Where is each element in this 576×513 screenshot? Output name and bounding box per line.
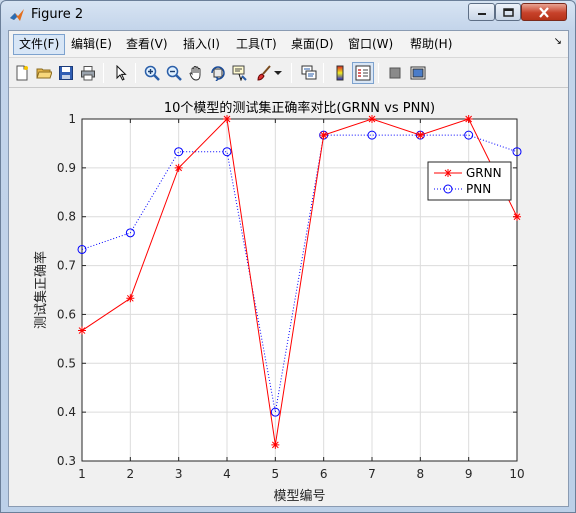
show-plot-tools-icon — [410, 66, 426, 80]
brush-dropdown-button[interactable] — [273, 62, 283, 84]
y-tick-label: 0.8 — [57, 210, 76, 224]
pointer-button[interactable] — [110, 62, 132, 84]
pan-button[interactable] — [185, 62, 207, 84]
menu-file[interactable]: 文件(F) — [13, 34, 66, 55]
x-axis-label: 模型编号 — [273, 489, 325, 504]
data-point-grnn — [271, 440, 280, 449]
y-tick-label: 0.7 — [57, 259, 76, 273]
data-point-grnn — [416, 131, 425, 140]
brush-icon — [257, 65, 271, 81]
hide-plot-tools-button[interactable] — [384, 62, 406, 84]
menu-view[interactable]: 查看(V) — [121, 34, 173, 55]
y-tick-label: 0.9 — [57, 161, 76, 175]
matlab-icon — [10, 9, 24, 21]
brush-dropdown-icon — [274, 71, 282, 75]
save-icon — [59, 66, 73, 80]
x-tick-label: 6 — [320, 467, 328, 481]
close-icon — [539, 6, 549, 18]
zoom-in-button[interactable] — [141, 62, 163, 84]
pan-icon — [189, 66, 201, 81]
data-point-grnn — [126, 294, 135, 303]
data-point-grnn — [513, 212, 521, 221]
client-area: 文件(F) 编辑(E) 查看(V) 插入(I) 工具(T) 桌面(D) 窗口(W… — [8, 30, 569, 507]
zoom-in-icon — [144, 65, 160, 81]
colorbar-icon — [336, 65, 344, 81]
title-bar[interactable]: Figure 2 — [1, 1, 575, 29]
x-tick-label: 1 — [78, 467, 86, 481]
dock-arrow-icon[interactable]: ↘ — [554, 36, 562, 47]
x-tick-label: 4 — [223, 467, 231, 481]
data-point-grnn — [223, 115, 231, 123]
y-tick-label: 1 — [68, 112, 76, 126]
menu-help[interactable]: 帮助(H) — [405, 34, 457, 55]
menu-tools[interactable]: 工具(T) — [231, 34, 282, 55]
open-icon — [36, 68, 52, 79]
y-axis-label: 测试集正确率 — [33, 251, 49, 329]
new-figure-button[interactable] — [11, 62, 33, 84]
y-tick-label: 0.5 — [57, 356, 76, 370]
pointer-icon — [116, 65, 127, 81]
menu-desktop[interactable]: 桌面(D) — [286, 34, 339, 55]
toolbar-separator — [378, 63, 379, 83]
chart-title: 10个模型的测试集正确率对比(GRNN vs PNN) — [164, 100, 435, 116]
minimize-icon — [477, 13, 486, 15]
x-tick-label: 9 — [465, 467, 473, 481]
brush-button[interactable] — [253, 62, 275, 84]
figure-canvas: 1 2 3 4 5 6 7 8 9 10 0.3 0.4 0.5 0.6 0.7 0.8 0.9 1 10个模型的测… — [9, 89, 568, 506]
rotate-button[interactable] — [207, 62, 229, 84]
legend-marker-grnn — [444, 169, 452, 177]
minimize-button[interactable] — [468, 3, 495, 21]
data-point-grnn — [174, 163, 183, 172]
print-icon — [81, 66, 95, 81]
hide-plot-tools-icon — [389, 67, 401, 79]
show-plot-tools-button[interactable] — [407, 62, 429, 84]
data-cursor-button[interactable] — [229, 62, 251, 84]
colorbar-button[interactable] — [329, 62, 351, 84]
y-tick-label: 0.6 — [57, 307, 76, 321]
legend-label-grnn: GRNN — [466, 166, 502, 180]
legend-icon — [355, 65, 371, 81]
data-point-grnn — [464, 115, 473, 123]
x-tick-label: 5 — [272, 467, 280, 481]
data-point-grnn — [368, 115, 376, 123]
maximize-icon — [502, 7, 514, 17]
x-tick-label: 2 — [127, 467, 135, 481]
open-button[interactable] — [33, 62, 55, 84]
data-point-grnn — [319, 131, 328, 140]
x-tick-label: 7 — [368, 467, 376, 481]
window-title: Figure 2 — [31, 7, 84, 22]
maximize-button[interactable] — [495, 3, 521, 21]
new-figure-icon — [16, 65, 28, 81]
rotate-icon — [211, 66, 225, 81]
figure-toolbar — [9, 58, 568, 88]
x-tick-label: 3 — [175, 467, 183, 481]
save-button[interactable] — [55, 62, 77, 84]
toolbar-separator — [291, 63, 292, 83]
data-point-grnn — [78, 326, 86, 335]
menu-bar: 文件(F) 编辑(E) 查看(V) 插入(I) 工具(T) 桌面(D) 窗口(W… — [9, 31, 568, 58]
toolbar-separator — [323, 63, 324, 83]
menu-edit[interactable]: 编辑(E) — [66, 34, 117, 55]
link-plot-button[interactable] — [298, 62, 320, 84]
zoom-out-icon — [166, 65, 182, 81]
toolbar-separator — [103, 63, 104, 83]
x-tick-label: 10 — [509, 467, 524, 481]
figure-window: Figure 2 文件(F) 编辑(E) 查看(V) 插入(I) 工具(T) 桌… — [0, 0, 576, 513]
close-button[interactable] — [521, 3, 567, 21]
plot-svg: 1 2 3 4 5 6 7 8 9 10 0.3 0.4 0.5 0.6 0.7 0.8 0.9 1 10个模型的测… — [33, 100, 525, 504]
link-plot-icon — [301, 65, 317, 80]
toolbar-separator — [135, 63, 136, 83]
legend-label-pnn: PNN — [466, 182, 491, 196]
menu-insert[interactable]: 插入(I) — [178, 34, 225, 55]
y-tick-label: 0.4 — [57, 405, 76, 419]
y-tick-label: 0.3 — [57, 454, 76, 468]
data-cursor-icon — [232, 65, 247, 81]
legend-button[interactable] — [352, 62, 374, 84]
print-button[interactable] — [77, 62, 99, 84]
menu-window[interactable]: 窗口(W) — [343, 34, 398, 55]
zoom-out-button[interactable] — [163, 62, 185, 84]
x-tick-label: 8 — [417, 467, 425, 481]
